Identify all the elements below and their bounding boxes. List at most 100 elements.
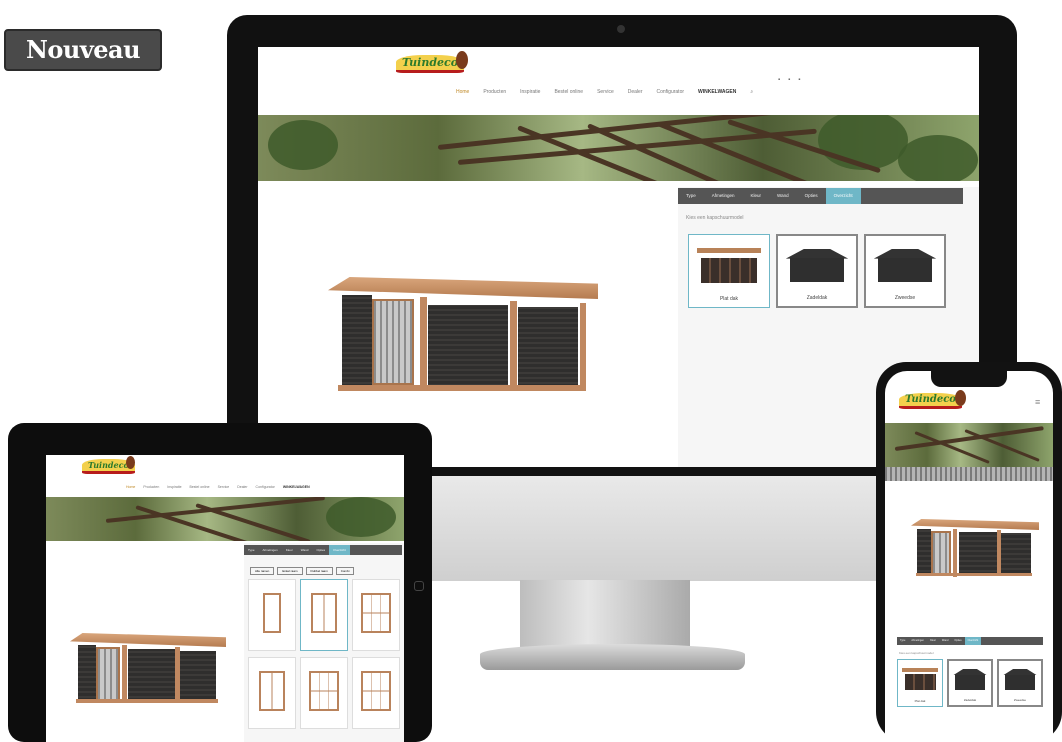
flat-roof-shed-icon xyxy=(902,668,938,691)
configurator-title: Kies een kapschuurmodel xyxy=(686,215,744,221)
window-option[interactable] xyxy=(248,579,296,651)
tab-opties[interactable]: Opties xyxy=(797,188,826,204)
logo-mascot-icon xyxy=(955,390,966,406)
single-window-icon xyxy=(262,592,282,633)
camera-icon xyxy=(617,25,625,33)
filter-alle-ramen[interactable]: Alle ramen xyxy=(250,567,275,575)
search-icon[interactable]: ⌕ xyxy=(750,89,753,95)
product-image xyxy=(328,277,608,407)
gable-roof-shed-icon xyxy=(1003,668,1037,691)
nav-item-service[interactable]: Service xyxy=(597,89,614,95)
configurator-tabs: Type Afmetingen Kleur Wand Opties Overzi… xyxy=(244,545,402,555)
phone-notch xyxy=(931,371,1007,387)
cart-link[interactable]: WINKELWAGEN xyxy=(698,89,736,95)
tab-overzicht[interactable]: Overzicht xyxy=(329,545,350,555)
site-logo[interactable]: Tuindeco xyxy=(899,390,966,409)
tab-kleur[interactable]: Kleur xyxy=(282,545,297,555)
tab-opties[interactable]: Opties xyxy=(312,545,329,555)
tab-afmetingen[interactable]: Afmetingen xyxy=(259,545,282,555)
hero-banner xyxy=(46,497,404,541)
nav-item-bestel[interactable]: Bestel online xyxy=(554,89,583,95)
nav-item-inspiratie[interactable]: Inspiratie xyxy=(167,485,181,489)
cart-link[interactable]: WINKELWAGEN xyxy=(283,485,310,489)
option-label: Zweedse xyxy=(894,295,916,301)
filter-combi[interactable]: Combi xyxy=(335,567,355,575)
option-label: Zweedse xyxy=(1013,698,1027,702)
configurator-title: Kies een kapschuurmodel xyxy=(899,651,934,655)
option-label: Plat dak xyxy=(914,699,926,703)
option-label: Zadeldak xyxy=(963,698,977,702)
logo-mascot-icon xyxy=(456,51,468,69)
tab-opties[interactable]: Opties xyxy=(951,637,964,645)
product-image xyxy=(911,519,1041,585)
main-nav: Home Producten Inspiratie Bestel online … xyxy=(126,485,310,489)
hero-banner xyxy=(885,423,1053,481)
option-zweedse[interactable]: Zweedse xyxy=(997,659,1043,707)
gable-roof-shed-icon xyxy=(953,668,987,691)
nav-item-home[interactable]: Home xyxy=(126,485,135,489)
gable-roof-shed-icon xyxy=(785,248,849,283)
option-plat-dak[interactable]: Plat dak xyxy=(897,659,943,707)
tablet-device: Tuindeco Home Producten Inspiratie Beste… xyxy=(8,423,432,742)
grid-window-icon xyxy=(361,592,391,633)
double-window-icon xyxy=(311,592,337,633)
filter-dubbel-raam[interactable]: Dubbel raam xyxy=(305,567,333,575)
language-flags-icon[interactable]: ▪▪▪ xyxy=(778,77,808,83)
tab-type[interactable]: Type xyxy=(897,637,908,645)
tablet-screen: Tuindeco Home Producten Inspiratie Beste… xyxy=(46,455,404,742)
tab-wand[interactable]: Wand xyxy=(297,545,313,555)
option-label: Zadeldak xyxy=(806,295,828,301)
option-zweedse[interactable]: Zweedse xyxy=(864,234,946,308)
monitor-stand-neck xyxy=(520,580,690,648)
option-zadeldak[interactable]: Zadeldak xyxy=(776,234,858,308)
tab-type[interactable]: Type xyxy=(678,188,704,204)
nav-item-configurator[interactable]: Configurator xyxy=(657,89,685,95)
tab-overzicht[interactable]: Overzicht xyxy=(964,637,982,645)
window-option[interactable] xyxy=(352,657,400,729)
site-logo[interactable]: Tuindeco xyxy=(82,456,135,474)
home-button-icon[interactable] xyxy=(414,581,424,591)
configurator-tabs: Type Afmetingen Kleur Wand Opties Overzi… xyxy=(678,188,963,204)
window-option[interactable] xyxy=(300,579,348,651)
phone-screen: Tuindeco ≡ Type Afmetingen Kleur Wand Op… xyxy=(885,371,1053,742)
hero-banner xyxy=(258,115,979,181)
option-plat-dak[interactable]: Plat dak xyxy=(688,234,770,308)
site-logo[interactable]: Tuindeco xyxy=(396,51,468,73)
flat-roof-shed-icon xyxy=(697,247,761,283)
window-filter-bar: Alle ramen Enkel raam Dubbel raam Combi xyxy=(250,567,355,575)
tab-type[interactable]: Type xyxy=(244,545,259,555)
window-option[interactable] xyxy=(300,657,348,729)
device-mockup-stage: Nouveau Tuindeco Home Producten Inspirat… xyxy=(0,0,1062,742)
tab-wand[interactable]: Wand xyxy=(939,637,951,645)
filter-enkel-raam[interactable]: Enkel raam xyxy=(277,567,303,575)
nav-item-producten[interactable]: Producten xyxy=(143,485,159,489)
window-option[interactable] xyxy=(248,657,296,729)
hamburger-menu-icon[interactable]: ≡ xyxy=(1035,397,1040,407)
nav-item-inspiratie[interactable]: Inspiratie xyxy=(520,89,540,95)
option-zadeldak[interactable]: Zadeldak xyxy=(947,659,993,707)
desktop-screen: Tuindeco Home Producten Inspiratie Beste… xyxy=(258,47,979,467)
nav-item-bestel[interactable]: Bestel online xyxy=(190,485,210,489)
nav-item-dealer[interactable]: Dealer xyxy=(237,485,247,489)
configurator-tabs: Type Afmetingen Kleur Wand Opties Overzi… xyxy=(897,637,1043,645)
nav-item-service[interactable]: Service xyxy=(218,485,230,489)
tab-afmetingen[interactable]: Afmetingen xyxy=(908,637,927,645)
gable-roof-shed-icon xyxy=(873,248,937,283)
tab-kleur[interactable]: Kleur xyxy=(743,188,770,204)
tab-kleur[interactable]: Kleur xyxy=(927,637,939,645)
tab-afmetingen[interactable]: Afmetingen xyxy=(704,188,743,204)
logo-mascot-icon xyxy=(126,456,135,469)
new-badge: Nouveau xyxy=(4,29,162,71)
nav-item-dealer[interactable]: Dealer xyxy=(628,89,643,95)
tab-overzicht[interactable]: Overzicht xyxy=(825,188,861,204)
option-label: Plat dak xyxy=(719,296,739,302)
grid-window-icon xyxy=(361,670,391,711)
tab-wand[interactable]: Wand xyxy=(769,188,797,204)
double-window-icon xyxy=(259,670,285,711)
monitor-stand-foot xyxy=(480,644,745,670)
nav-item-home[interactable]: Home xyxy=(456,89,469,95)
main-nav: Home Producten Inspiratie Bestel online … xyxy=(456,89,753,95)
nav-item-producten[interactable]: Producten xyxy=(483,89,506,95)
nav-item-configurator[interactable]: Configurator xyxy=(256,485,275,489)
window-option[interactable] xyxy=(352,579,400,651)
